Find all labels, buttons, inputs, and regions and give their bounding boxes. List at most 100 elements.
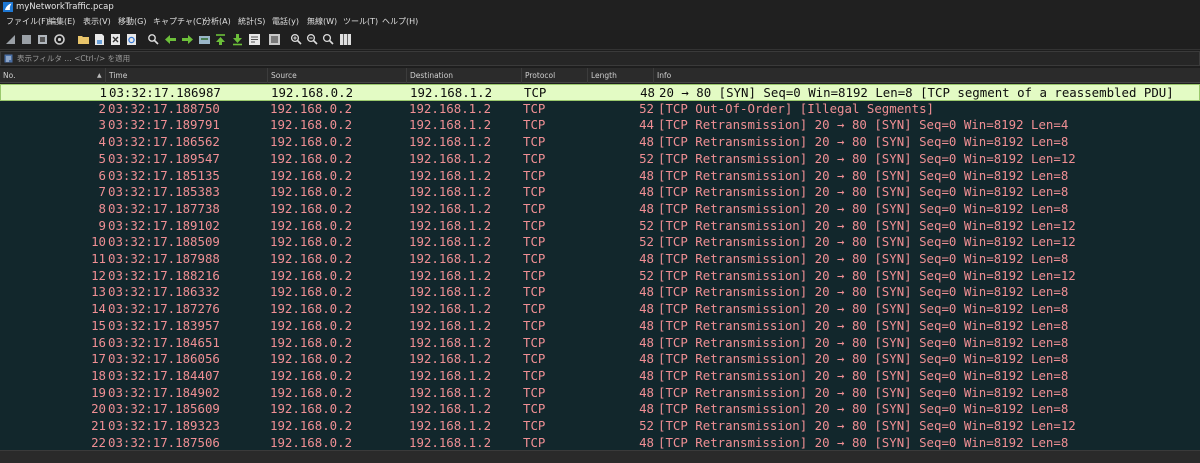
menu-edit[interactable]: 編集(E) [48, 16, 75, 28]
cell-time: 03:32:17.186987 [109, 85, 221, 100]
cell-src: 192.168.0.2 [270, 184, 353, 200]
table-row[interactable]: 11 03:32:17.187988 192.168.0.2 192.168.1.2 T… [0, 251, 1200, 268]
start-capture-icon[interactable] [4, 33, 17, 46]
menu-view[interactable]: 表示(V) [83, 16, 111, 28]
cell-time: 03:32:17.185135 [108, 167, 220, 183]
table-row[interactable]: 18 03:32:17.184407 192.168.0.2 192.168.1.2 T… [0, 368, 1200, 385]
column-header-length[interactable]: Length [588, 68, 654, 83]
menu-telephony[interactable]: 電話(y) [272, 16, 299, 28]
display-filter-input[interactable] [17, 52, 1197, 65]
menu-statistics[interactable]: 統計(S) [238, 16, 265, 28]
first-packet-icon[interactable] [214, 33, 227, 46]
table-row[interactable]: 10 03:32:17.188509 192.168.0.2 192.168.1.2 T… [0, 234, 1200, 251]
table-row[interactable]: 15 03:32:17.183957 192.168.0.2 192.168.1.2 T… [0, 318, 1200, 335]
table-row[interactable]: 8 03:32:17.187738 192.168.0.2 192.168.1.2 TC… [0, 201, 1200, 218]
column-header-source[interactable]: Source [268, 68, 407, 83]
column-header-info[interactable]: Info [654, 68, 1200, 83]
cell-proto: TCP [523, 351, 546, 367]
save-file-icon[interactable] [93, 33, 106, 46]
cell-len: 48 [639, 367, 654, 383]
table-row[interactable]: 5 03:32:17.189547 192.168.0.2 192.168.1.2 TC… [0, 151, 1200, 168]
table-row[interactable]: 7 03:32:17.185383 192.168.0.2 192.168.1.2 TC… [0, 184, 1200, 201]
table-row[interactable]: 4 03:32:17.186562 192.168.0.2 192.168.1.2 TC… [0, 134, 1200, 151]
cell-dst: 192.168.1.2 [409, 134, 492, 150]
capture-options-icon[interactable] [53, 33, 66, 46]
menu-go[interactable]: 移動(G) [118, 16, 146, 28]
cell-dst: 192.168.1.2 [409, 418, 492, 433]
menu-file[interactable]: ファイル(F) [6, 16, 49, 28]
table-row[interactable]: 19 03:32:17.184902 192.168.0.2 192.168.1.2 T… [0, 385, 1200, 402]
cell-src: 192.168.0.2 [270, 117, 353, 133]
colorize-icon[interactable] [268, 33, 281, 46]
column-header-destination[interactable]: Destination [407, 68, 522, 83]
table-row[interactable]: 6 03:32:17.185135 192.168.0.2 192.168.1.2 TC… [0, 168, 1200, 185]
title-bar: myNetworkTraffic.pcap [0, 0, 1200, 14]
cell-info: [TCP Retransmission] 20 → 80 [SYN] Seq=0… [658, 418, 1076, 433]
auto-scroll-icon[interactable] [248, 33, 261, 46]
menu-tools[interactable]: ツール(T) [343, 16, 378, 28]
table-row[interactable]: 22 03:32:17.187506 192.168.0.2 192.168.1.2 T… [0, 435, 1200, 452]
cell-no: 19 [91, 384, 106, 400]
cell-dst: 192.168.1.2 [409, 301, 492, 317]
cell-no: 12 [91, 267, 106, 283]
cell-src: 192.168.0.2 [270, 167, 353, 183]
cell-time: 03:32:17.183957 [108, 317, 220, 333]
table-row[interactable]: 20 03:32:17.185609 192.168.0.2 192.168.1.2 T… [0, 401, 1200, 418]
cell-src: 192.168.0.2 [270, 351, 353, 367]
window-title: myNetworkTraffic.pcap [16, 2, 114, 12]
table-row[interactable]: 12 03:32:17.188216 192.168.0.2 192.168.1.2 T… [0, 268, 1200, 285]
table-row[interactable]: 16 03:32:17.184651 192.168.0.2 192.168.1.2 T… [0, 335, 1200, 352]
cell-src: 192.168.0.2 [270, 384, 353, 400]
cell-info: [TCP Retransmission] 20 → 80 [SYN] Seq=0… [658, 117, 1069, 133]
resize-columns-icon[interactable] [339, 33, 352, 46]
zoom-in-icon[interactable] [290, 33, 303, 46]
cell-info: [TCP Retransmission] 20 → 80 [SYN] Seq=0… [658, 267, 1076, 283]
table-row[interactable]: 21 03:32:17.189323 192.168.0.2 192.168.1.2 T… [0, 418, 1200, 435]
close-file-icon[interactable] [109, 33, 122, 46]
cell-len: 48 [639, 200, 654, 216]
cell-src: 192.168.0.2 [270, 134, 353, 150]
status-bar [0, 450, 1200, 463]
open-file-icon[interactable] [77, 33, 90, 46]
table-row[interactable]: 14 03:32:17.187276 192.168.0.2 192.168.1.2 T… [0, 301, 1200, 318]
column-header-no[interactable]: No. [0, 68, 106, 83]
go-to-packet-icon[interactable] [198, 33, 211, 46]
zoom-out-icon[interactable] [306, 33, 319, 46]
cell-no: 6 [98, 167, 106, 183]
menu-help[interactable]: ヘルプ(H) [382, 16, 418, 28]
cell-no: 2 [98, 100, 106, 116]
go-forward-icon[interactable] [181, 33, 194, 46]
cell-len: 52 [639, 100, 654, 116]
menu-wireless[interactable]: 無線(W) [307, 16, 337, 28]
table-row[interactable]: 2 03:32:17.188750 192.168.0.2 192.168.1.2 TC… [0, 101, 1200, 118]
cell-len: 48 [639, 317, 654, 333]
last-packet-icon[interactable] [231, 33, 244, 46]
cell-dst: 192.168.1.2 [409, 150, 492, 166]
cell-no: 21 [91, 418, 106, 433]
table-row[interactable]: 1 03:32:17.186987 192.168.0.2 192.168.1.2 TC… [0, 84, 1200, 101]
table-row[interactable]: 13 03:32:17.186332 192.168.0.2 192.168.1.2 T… [0, 284, 1200, 301]
table-row[interactable]: 17 03:32:17.186056 192.168.0.2 192.168.1.2 T… [0, 351, 1200, 368]
cell-time: 03:32:17.189323 [108, 418, 220, 433]
bookmark-icon[interactable] [4, 54, 13, 63]
column-header-time[interactable]: Time [106, 68, 268, 83]
packet-list[interactable]: 1 03:32:17.186987 192.168.0.2 192.168.1.2 TC… [0, 84, 1200, 450]
table-row[interactable]: 9 03:32:17.189102 192.168.0.2 192.168.1.2 TC… [0, 218, 1200, 235]
cell-dst: 192.168.1.2 [409, 267, 492, 283]
go-back-icon[interactable] [164, 33, 177, 46]
menu-analyze[interactable]: 分析(A) [203, 16, 231, 28]
table-row[interactable]: 3 03:32:17.189791 192.168.0.2 192.168.1.2 TC… [0, 117, 1200, 134]
cell-info: [TCP Retransmission] 20 → 80 [SYN] Seq=0… [658, 434, 1069, 450]
menu-capture[interactable]: キャプチャ(C) [153, 16, 205, 28]
normal-size-icon[interactable] [322, 33, 335, 46]
cell-info: [TCP Retransmission] 20 → 80 [SYN] Seq=0… [658, 401, 1069, 417]
column-header-protocol[interactable]: Protocol [522, 68, 588, 83]
find-icon[interactable] [147, 33, 160, 46]
restart-capture-icon[interactable] [36, 33, 49, 46]
cell-src: 192.168.0.2 [270, 100, 353, 116]
cell-src: 192.168.0.2 [270, 234, 353, 250]
reload-icon[interactable] [125, 33, 138, 46]
cell-dst: 192.168.1.2 [410, 85, 493, 100]
cell-proto: TCP [524, 85, 547, 100]
stop-capture-icon[interactable] [20, 33, 33, 46]
